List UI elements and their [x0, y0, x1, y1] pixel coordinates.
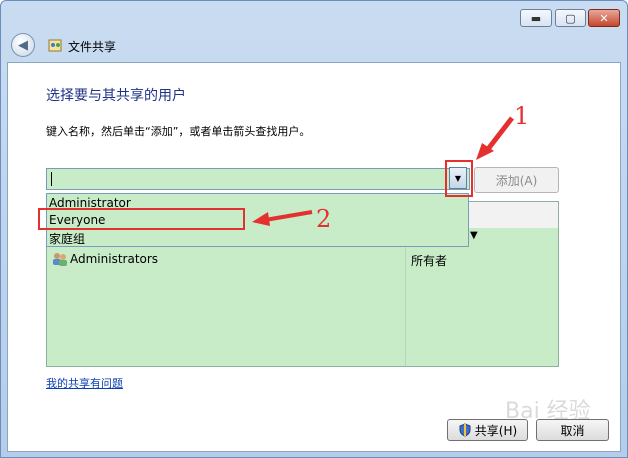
chevron-down-icon[interactable]: ▼ [470, 230, 478, 241]
annotation-label-1: 1 [514, 102, 530, 130]
annotation-box-2 [38, 208, 245, 230]
window-title: 文件共享 [68, 40, 117, 54]
instruction-text: 键入名称，然后单击“添加”，或者单击箭头查找用户。 [46, 125, 311, 138]
minimize-button[interactable]: ▬ [520, 9, 552, 27]
user-name-input[interactable] [46, 168, 470, 190]
back-arrow-icon[interactable]: ◀ [11, 33, 35, 57]
maximize-button[interactable]: ▢ [555, 9, 586, 27]
permission-selector[interactable] [469, 229, 558, 247]
close-button[interactable]: ✕ [588, 9, 620, 27]
uac-shield-icon [459, 423, 471, 437]
annotation-label-2: 2 [316, 205, 332, 233]
text-caret [51, 172, 52, 186]
column-divider [405, 247, 406, 366]
add-button[interactable]: 添加(A) [474, 167, 559, 193]
dropdown-option-homegroup[interactable]: 家庭组 [49, 230, 85, 247]
annotation-box-1 [445, 160, 473, 197]
table-row-name[interactable]: Administrators [70, 252, 158, 266]
page-title: 选择要与其共享的用户 [46, 88, 186, 104]
watermark: Bai 经验 [505, 399, 591, 424]
user-group-icon [53, 253, 67, 266]
table-header-area [469, 202, 558, 228]
file-share-icon [48, 39, 62, 52]
sharing-help-link[interactable]: 我的共享有问题 [46, 375, 123, 391]
table-row-permission[interactable]: 所有者 [411, 252, 447, 269]
